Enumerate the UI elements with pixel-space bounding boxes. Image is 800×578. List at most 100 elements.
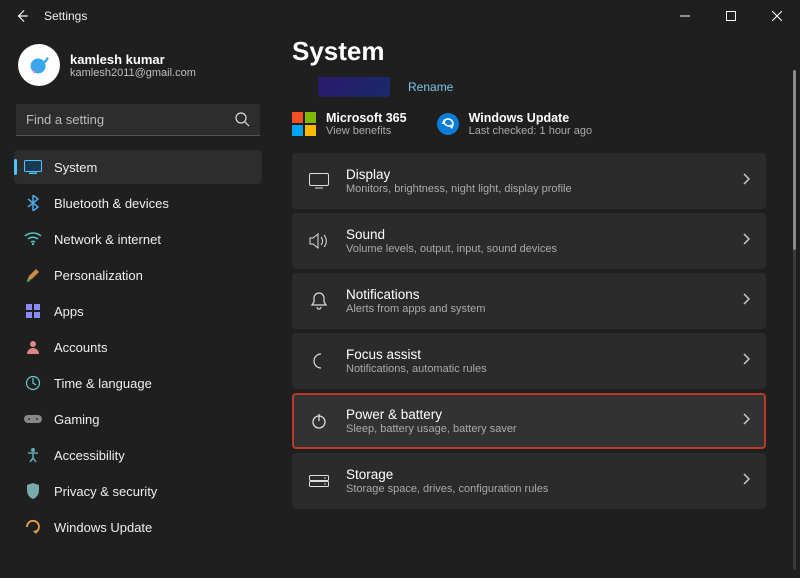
card-title: Sound bbox=[346, 227, 557, 242]
card-sub: Sleep, battery usage, battery saver bbox=[346, 423, 517, 435]
sidebar-item-label: Personalization bbox=[54, 268, 143, 283]
ms365-info[interactable]: Microsoft 365 View benefits bbox=[292, 111, 407, 137]
sidebar-item-label: System bbox=[54, 160, 97, 175]
chevron-right-icon bbox=[742, 292, 750, 310]
sidebar-item-system[interactable]: System bbox=[14, 150, 262, 184]
person-icon bbox=[24, 338, 42, 356]
titlebar: Settings bbox=[0, 0, 800, 32]
microsoft-logo-icon bbox=[292, 112, 316, 136]
card-title: Power & battery bbox=[346, 407, 517, 422]
chevron-right-icon bbox=[742, 172, 750, 190]
search-input[interactable] bbox=[16, 104, 260, 136]
card-sub: Volume levels, output, input, sound devi… bbox=[346, 243, 557, 255]
card-focus-assist[interactable]: Focus assist Notifications, automatic ru… bbox=[292, 333, 766, 389]
sidebar-item-label: Windows Update bbox=[54, 520, 152, 535]
gaming-icon bbox=[24, 410, 42, 428]
apps-icon bbox=[24, 302, 42, 320]
card-sub: Monitors, brightness, night light, displ… bbox=[346, 183, 572, 195]
update-circle-icon bbox=[437, 113, 459, 135]
card-notifications[interactable]: Notifications Alerts from apps and syste… bbox=[292, 273, 766, 329]
nav-list: System Bluetooth & devices Network & int… bbox=[14, 150, 262, 544]
maximize-icon bbox=[726, 11, 736, 21]
chevron-right-icon bbox=[742, 232, 750, 250]
rename-link[interactable]: Rename bbox=[408, 80, 453, 94]
sidebar-item-personalization[interactable]: Personalization bbox=[14, 258, 262, 292]
device-thumbnail bbox=[318, 77, 390, 97]
card-title: Notifications bbox=[346, 287, 485, 302]
sidebar-item-privacy[interactable]: Privacy & security bbox=[14, 474, 262, 508]
sidebar-item-label: Accounts bbox=[54, 340, 107, 355]
sidebar: kamlesh kumar kamlesh2011@gmail.com Syst… bbox=[0, 32, 272, 578]
display-icon bbox=[308, 173, 330, 189]
bell-icon bbox=[308, 292, 330, 310]
minimize-button[interactable] bbox=[662, 0, 708, 32]
card-sound[interactable]: Sound Volume levels, output, input, soun… bbox=[292, 213, 766, 269]
windows-update-icon bbox=[24, 518, 42, 536]
close-icon bbox=[772, 11, 782, 21]
settings-card-list: Display Monitors, brightness, night ligh… bbox=[292, 153, 780, 509]
scrollbar-thumb[interactable] bbox=[793, 70, 796, 250]
accessibility-icon bbox=[24, 446, 42, 464]
sidebar-item-label: Time & language bbox=[54, 376, 152, 391]
wu-title: Windows Update bbox=[469, 111, 593, 125]
page-title: System bbox=[292, 36, 780, 67]
profile-name: kamlesh kumar bbox=[70, 52, 196, 67]
wu-sub: Last checked: 1 hour ago bbox=[469, 125, 593, 137]
sidebar-item-network[interactable]: Network & internet bbox=[14, 222, 262, 256]
chevron-right-icon bbox=[742, 412, 750, 430]
settings-window: Settings kamlesh kumar kamlesh2011@gmail… bbox=[0, 0, 800, 578]
card-sub: Alerts from apps and system bbox=[346, 303, 485, 315]
chevron-right-icon bbox=[742, 472, 750, 490]
bluetooth-icon bbox=[24, 194, 42, 212]
clock-globe-icon bbox=[24, 374, 42, 392]
search-box[interactable] bbox=[16, 104, 260, 136]
search-icon bbox=[234, 111, 250, 132]
power-icon bbox=[308, 413, 330, 429]
minimize-icon bbox=[680, 11, 690, 21]
maximize-button[interactable] bbox=[708, 0, 754, 32]
sidebar-item-label: Accessibility bbox=[54, 448, 125, 463]
ms365-title: Microsoft 365 bbox=[326, 111, 407, 125]
sidebar-item-label: Network & internet bbox=[54, 232, 161, 247]
sound-icon bbox=[308, 233, 330, 249]
card-storage[interactable]: Storage Storage space, drives, configura… bbox=[292, 453, 766, 509]
card-title: Display bbox=[346, 167, 572, 182]
ms365-sub: View benefits bbox=[326, 125, 407, 137]
windows-update-info[interactable]: Windows Update Last checked: 1 hour ago bbox=[437, 111, 593, 137]
back-arrow-icon bbox=[15, 9, 29, 23]
sidebar-item-label: Gaming bbox=[54, 412, 100, 427]
info-row: Microsoft 365 View benefits Windows Upda… bbox=[292, 103, 780, 153]
profile-block[interactable]: kamlesh kumar kamlesh2011@gmail.com bbox=[14, 40, 262, 100]
scrollbar[interactable] bbox=[793, 70, 796, 570]
card-display[interactable]: Display Monitors, brightness, night ligh… bbox=[292, 153, 766, 209]
sidebar-item-apps[interactable]: Apps bbox=[14, 294, 262, 328]
card-power-battery[interactable]: Power & battery Sleep, battery usage, ba… bbox=[292, 393, 766, 449]
sidebar-item-time[interactable]: Time & language bbox=[14, 366, 262, 400]
profile-email: kamlesh2011@gmail.com bbox=[70, 67, 196, 79]
card-sub: Storage space, drives, configuration rul… bbox=[346, 483, 548, 495]
close-button[interactable] bbox=[754, 0, 800, 32]
paintbrush-icon bbox=[24, 266, 42, 284]
window-title: Settings bbox=[44, 9, 87, 23]
main-content: System Rename Microsoft 365 View benefit… bbox=[272, 32, 800, 578]
sidebar-item-bluetooth[interactable]: Bluetooth & devices bbox=[14, 186, 262, 220]
system-icon bbox=[24, 158, 42, 176]
moon-icon bbox=[308, 353, 330, 369]
sidebar-item-label: Privacy & security bbox=[54, 484, 157, 499]
sidebar-item-label: Bluetooth & devices bbox=[54, 196, 169, 211]
sidebar-item-label: Apps bbox=[54, 304, 84, 319]
card-sub: Notifications, automatic rules bbox=[346, 363, 487, 375]
card-title: Storage bbox=[346, 467, 548, 482]
sidebar-item-accounts[interactable]: Accounts bbox=[14, 330, 262, 364]
sidebar-item-gaming[interactable]: Gaming bbox=[14, 402, 262, 436]
shield-icon bbox=[24, 482, 42, 500]
device-banner: Rename bbox=[292, 77, 780, 97]
sidebar-item-accessibility[interactable]: Accessibility bbox=[14, 438, 262, 472]
sidebar-item-windows-update[interactable]: Windows Update bbox=[14, 510, 262, 544]
card-title: Focus assist bbox=[346, 347, 487, 362]
avatar bbox=[18, 44, 60, 86]
storage-icon bbox=[308, 475, 330, 487]
chevron-right-icon bbox=[742, 352, 750, 370]
wifi-icon bbox=[24, 230, 42, 248]
back-button[interactable] bbox=[8, 2, 36, 30]
